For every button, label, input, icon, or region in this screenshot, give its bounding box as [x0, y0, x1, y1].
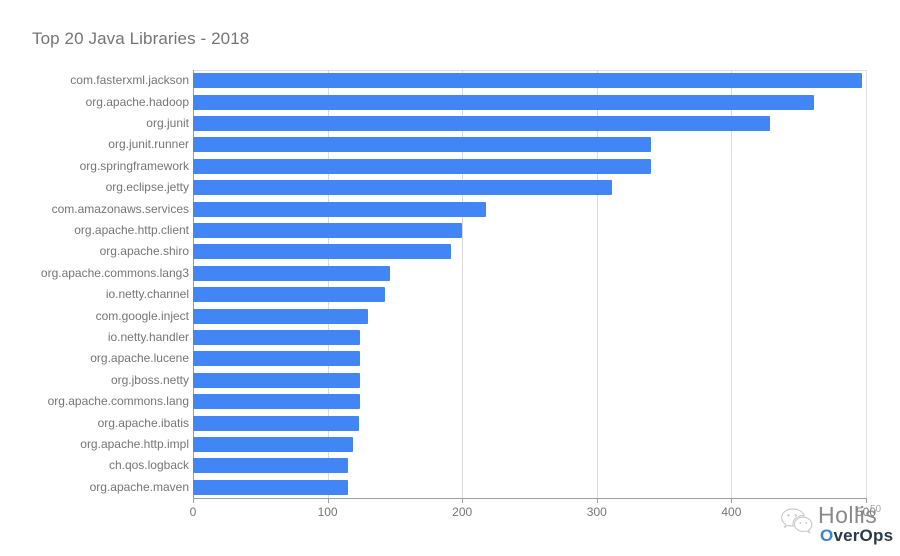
- category-label: io.netty.channel: [105, 287, 189, 302]
- category-label: org.apache.http.impl: [80, 437, 189, 451]
- category-label: org.apache.http.client: [74, 223, 189, 237]
- bar[interactable]: [193, 244, 452, 260]
- bar[interactable]: [193, 308, 368, 324]
- bar[interactable]: [193, 458, 348, 474]
- bar[interactable]: [193, 223, 463, 238]
- bar[interactable]: [193, 437, 354, 452]
- bar[interactable]: [193, 201, 487, 217]
- category-label: org.apache.commons.lang3: [40, 265, 189, 280]
- bar[interactable]: [193, 394, 360, 410]
- bar[interactable]: [193, 94, 814, 110]
- category-label: ch.qos.logback: [108, 458, 189, 473]
- bar[interactable]: [193, 479, 348, 495]
- chart-screenshot: Top 20 Java Libraries - 2018 0 100 200 300 4…: [0, 0, 900, 556]
- category-label: org.jboss.netty: [110, 372, 189, 387]
- bar[interactable]: [193, 158, 651, 174]
- category-label: org.apache.ibatis: [97, 415, 189, 430]
- bar[interactable]: [193, 415, 359, 431]
- bar[interactable]: [193, 180, 612, 196]
- bar[interactable]: [193, 116, 771, 131]
- category-label: org.apache.lucene: [90, 351, 189, 366]
- bar[interactable]: [193, 137, 651, 153]
- bar[interactable]: [193, 372, 360, 388]
- category-label: io.netty.handler: [107, 330, 189, 344]
- category-label: org.apache.commons.lang: [47, 394, 189, 409]
- category-label: org.junit: [146, 116, 189, 130]
- bar[interactable]: [193, 351, 360, 367]
- category-label: org.apache.hadoop: [85, 94, 189, 109]
- bars-layer: com.fasterxml.jackson org.apache.hadoop or…: [0, 0, 900, 556]
- bar[interactable]: [193, 330, 360, 345]
- bar[interactable]: [193, 73, 862, 89]
- bar[interactable]: [193, 265, 390, 281]
- category-label: org.junit.runner: [108, 137, 189, 152]
- category-label: org.apache.shiro: [99, 244, 189, 259]
- category-label: com.google.inject: [95, 308, 189, 323]
- category-label: org.eclipse.jetty: [105, 180, 189, 195]
- category-label: com.fasterxml.jackson: [70, 73, 189, 88]
- category-label: org.springframework: [79, 158, 189, 173]
- category-label: org.apache.maven: [89, 479, 189, 494]
- bar[interactable]: [193, 287, 386, 303]
- category-label: com.amazonaws.services: [51, 201, 189, 216]
